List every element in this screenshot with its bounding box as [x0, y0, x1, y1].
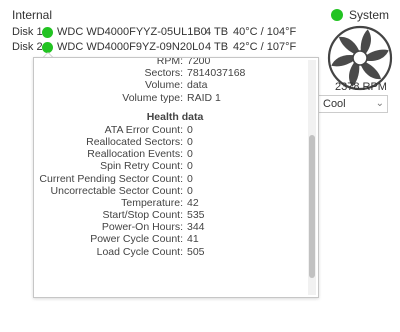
detail-row: Volume type: RAID 1: [34, 92, 304, 104]
health-row: Power Cycle Count: 41: [34, 233, 304, 245]
health-key: Current Pending Sector Count:: [39, 172, 183, 185]
health-value: 0: [187, 184, 193, 197]
disk-size: 4 TB: [205, 26, 229, 38]
detail-row: Sectors: 7814037168: [34, 67, 304, 79]
health-row: Temperature: 42: [34, 197, 304, 209]
detail-row: RPM: 7200: [34, 57, 304, 67]
health-value: 535: [187, 209, 205, 222]
health-value: 0: [187, 172, 193, 185]
health-key: Power-On Hours:: [101, 221, 183, 234]
health-key: Power Cycle Count:: [90, 233, 183, 246]
fan-mode-select[interactable]: Cool ⌄: [318, 95, 388, 113]
disk-temperature: 40°C / 104°F: [233, 26, 297, 38]
health-value: 505: [187, 245, 205, 258]
disk-label: Disk 1:: [12, 26, 46, 38]
fan-speed: 2378 RPM: [335, 81, 387, 93]
health-value: 0: [187, 123, 193, 136]
health-key: Spin Retry Count:: [100, 160, 183, 173]
detail-value: 7200: [187, 57, 211, 67]
disk-size: 4 TB: [205, 41, 229, 53]
section-title: Internal: [12, 8, 53, 22]
health-row: Current Pending Sector Count: 0: [34, 173, 304, 185]
health-key: Uncorrectable Sector Count:: [50, 184, 183, 197]
disk-details-popup: RPM: 7200 Sectors: 7814037168 Volume: da…: [33, 57, 319, 298]
chevron-down-icon: ⌄: [375, 98, 384, 109]
health-row: Start/Stop Count: 535: [34, 209, 304, 221]
system-label: System: [349, 8, 390, 22]
scrollbar-thumb[interactable]: [309, 135, 315, 278]
status-ok-icon: [42, 41, 53, 53]
health-row: Power-On Hours: 344: [34, 221, 304, 233]
health-row: Spin Retry Count: 0: [34, 160, 304, 172]
disk-label: Disk 2:: [12, 41, 46, 53]
health-row: ATA Error Count: 0: [34, 124, 304, 136]
disk-model: WDC WD4000FYYZ-05UL1B0: [57, 26, 207, 38]
system-status: System: [331, 8, 389, 22]
health-row: Reallocation Events: 0: [34, 148, 304, 160]
health-key: Start/Stop Count:: [102, 209, 183, 222]
disk-temperature: 42°C / 107°F: [233, 41, 297, 53]
health-row: Reallocated Sectors: 0: [34, 136, 304, 148]
fan-mode-value: Cool: [323, 98, 346, 110]
health-row: Uncorrectable Sector Count: 0: [34, 185, 304, 197]
detail-key: RPM:: [156, 57, 183, 67]
detail-row: Volume: data: [34, 79, 304, 91]
detail-key: Volume type:: [122, 91, 183, 104]
health-key: Load Cycle Count:: [96, 245, 183, 258]
health-value: 344: [187, 221, 205, 234]
health-key: Reallocated Sectors:: [86, 135, 183, 148]
health-key: Reallocation Events:: [87, 148, 183, 161]
popup-scrollbar[interactable]: [308, 60, 316, 295]
detail-value: RAID 1: [187, 91, 221, 104]
status-ok-icon: [42, 26, 53, 38]
health-key: ATA Error Count:: [104, 123, 183, 136]
disk-details-list: RPM: 7200 Sectors: 7814037168 Volume: da…: [34, 58, 304, 258]
disk-row-2[interactable]: Disk 2: WDC WD4000F9YZ-09N20L0 4 TB 42°C…: [12, 40, 296, 54]
detail-key: Sectors:: [144, 67, 183, 80]
health-value: 0: [187, 148, 193, 161]
detail-value: 7814037168: [187, 67, 246, 80]
health-value: 0: [187, 160, 193, 173]
detail-value: data: [187, 79, 208, 92]
status-ok-icon: [331, 9, 343, 21]
health-value: 0: [187, 135, 193, 148]
health-key: Temperature:: [121, 196, 183, 209]
health-row: Load Cycle Count: 505: [34, 246, 304, 258]
detail-key: Volume:: [145, 79, 183, 92]
health-value: 41: [187, 233, 199, 246]
health-data-title: Health data: [146, 110, 204, 123]
disk-model: WDC WD4000F9YZ-09N20L0: [57, 41, 205, 53]
disk-row-1[interactable]: Disk 1: WDC WD4000FYYZ-05UL1B0 4 TB 40°C…: [12, 25, 296, 39]
health-value: 42: [187, 196, 199, 209]
